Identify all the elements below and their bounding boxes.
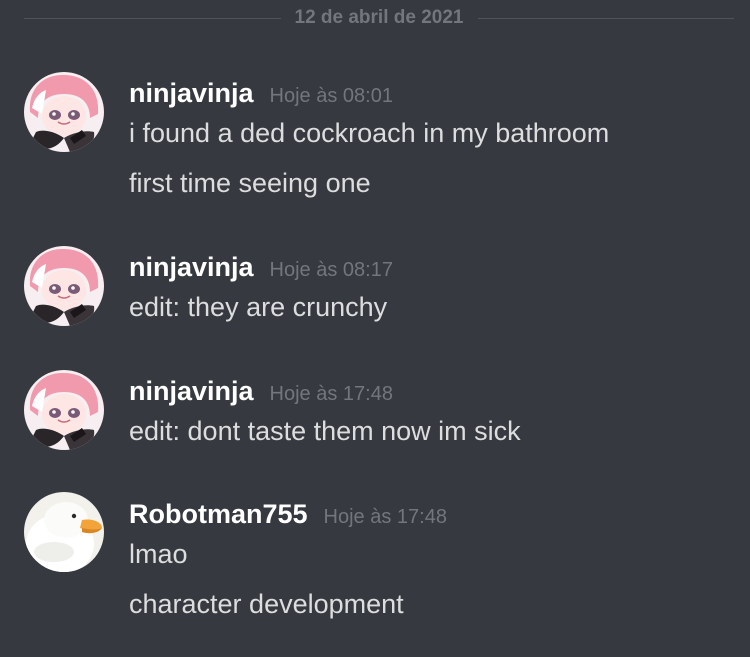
- divider-date: 12 de abril de 2021: [294, 7, 464, 28]
- timestamp: Hoje às 17:48: [323, 506, 447, 528]
- timestamp: Hoje às 17:48: [269, 383, 393, 405]
- message-text: character development: [129, 589, 404, 619]
- message-text: first time seeing one: [129, 168, 371, 198]
- username[interactable]: ninjavinja: [129, 252, 254, 283]
- username[interactable]: ninjavinja: [129, 376, 254, 407]
- timestamp: Hoje às 08:01: [269, 85, 393, 107]
- divider-line-left: [24, 17, 281, 19]
- username[interactable]: ninjavinja: [129, 78, 254, 109]
- anime-girl-avatar-icon: [24, 72, 104, 152]
- message-header: ninjavinja Hoje às 17:48: [129, 376, 393, 407]
- anime-girl-avatar-icon: [24, 370, 104, 450]
- date-divider: 12 de abril de 2021: [24, 0, 734, 36]
- avatar-robotman755[interactable]: [24, 492, 104, 572]
- avatar-ninjavinja[interactable]: [24, 370, 104, 450]
- message-text: lmao: [129, 539, 188, 569]
- divider-line-right: [477, 17, 734, 19]
- message-text: edit: dont taste them now im sick: [129, 416, 521, 446]
- message-header: ninjavinja Hoje às 08:17: [129, 252, 393, 283]
- avatar-ninjavinja[interactable]: [24, 72, 104, 152]
- message-text: edit: they are crunchy: [129, 292, 388, 322]
- username[interactable]: Robotman755: [129, 499, 308, 530]
- message-header: ninjavinja Hoje às 08:01: [129, 78, 393, 109]
- timestamp: Hoje às 08:17: [269, 259, 393, 281]
- message-header: Robotman755 Hoje às 17:48: [129, 499, 447, 530]
- anime-girl-avatar-icon: [24, 246, 104, 326]
- duck-avatar-icon: [24, 492, 104, 572]
- avatar-ninjavinja[interactable]: [24, 246, 104, 326]
- message-text: i found a ded cockroach in my bathroom: [129, 118, 610, 148]
